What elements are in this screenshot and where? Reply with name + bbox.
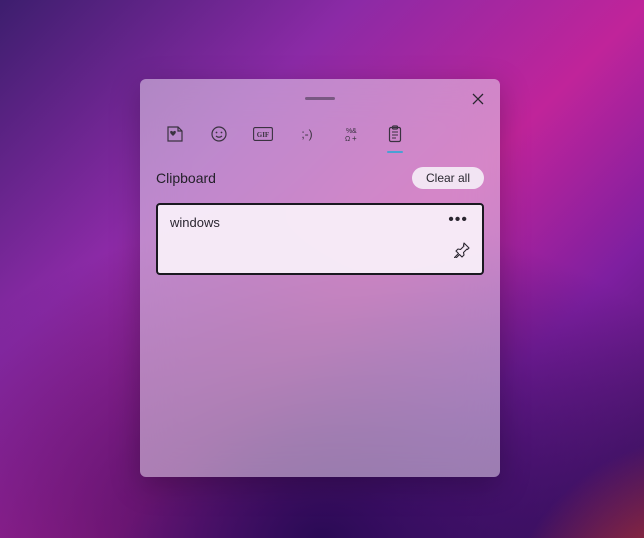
titlebar [140,79,500,117]
tab-recent[interactable] [164,121,186,147]
kaomoji-icon: ;-) [301,127,312,141]
clipboard-item[interactable]: windows ••• [156,203,484,275]
item-more-button[interactable]: ••• [446,215,470,225]
emoji-icon [210,125,228,143]
clipboard-icon [387,125,403,143]
drag-handle[interactable] [305,97,335,100]
tab-clipboard[interactable] [384,121,406,147]
clear-all-button[interactable]: Clear all [412,167,484,189]
section-title: Clipboard [156,170,216,186]
svg-text:+: + [352,134,357,143]
section-header: Clipboard Clear all [140,153,500,197]
close-button[interactable] [462,85,494,113]
svg-text:GIF: GIF [257,131,269,139]
tab-bar: GIF ;-) % & Ω + [140,117,500,153]
tab-symbols[interactable]: % & Ω + [340,121,362,147]
gif-icon: GIF [253,127,273,141]
clipboard-item-text: windows [170,215,220,230]
tab-gif[interactable]: GIF [252,121,274,147]
sticker-heart-icon [166,125,184,143]
more-icon: ••• [448,211,468,228]
pin-icon [454,242,470,258]
svg-text:Ω: Ω [345,136,350,143]
pin-button[interactable] [454,242,470,263]
close-icon [472,93,484,105]
emoji-clipboard-panel: GIF ;-) % & Ω + Clipboard Clear [140,79,500,477]
symbols-icon: % & Ω + [342,125,360,143]
tab-emoji[interactable] [208,121,230,147]
tab-kaomoji[interactable]: ;-) [296,121,318,147]
